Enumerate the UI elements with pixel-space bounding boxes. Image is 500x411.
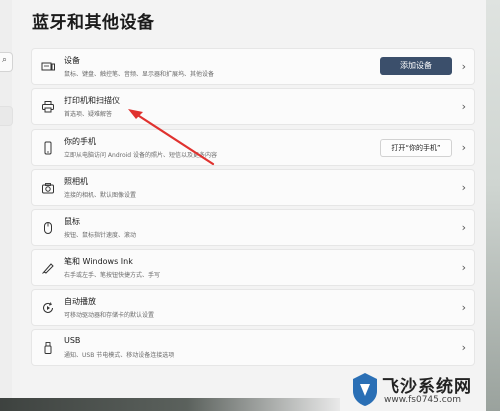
row-description: 鼠标、键盘、触控笔、音频、显示器和扩展坞、其他设备: [64, 71, 215, 78]
row-devices[interactable]: 设备 鼠标、键盘、触控笔、音频、显示器和扩展坞、其他设备 添加设备 ›: [31, 48, 475, 85]
row-your-phone[interactable]: 你的手机 立即从电脑访问 Android 设备的照片、短信以及更多内容 打开“你…: [31, 129, 475, 166]
mouse-icon: [44, 222, 52, 234]
row-title: 鼠标: [64, 217, 80, 226]
chevron-right-icon: ›: [461, 181, 466, 194]
row-printers-scanners[interactable]: 打印机和扫描仪 首选项、疑难解答 ›: [31, 88, 475, 125]
row-mouse[interactable]: 鼠标 按钮、鼠标指针速度、滚动 ›: [31, 209, 475, 246]
row-description: 立即从电脑访问 Android 设备的照片、短信以及更多内容: [64, 152, 218, 159]
autoplay-icon: [43, 302, 53, 313]
phone-icon: [44, 141, 52, 155]
chevron-right-icon: ›: [461, 341, 466, 354]
page-title: 蓝牙和其他设备: [32, 13, 155, 33]
watermark-url-text: www.fs0745.com: [384, 395, 461, 405]
row-title: 设备: [64, 56, 80, 65]
brand-logo-icon: [353, 373, 377, 406]
open-your-phone-button[interactable]: 打开“你的手机”: [380, 139, 452, 157]
row-title: 打印机和扫描仪: [64, 96, 120, 105]
row-title: 自动播放: [64, 297, 96, 306]
row-description: 按钮、鼠标指针速度、滚动: [64, 232, 137, 239]
pen-icon: [42, 263, 54, 274]
chevron-right-icon: ›: [461, 261, 466, 274]
row-camera[interactable]: 照相机 连接的相机、默认图像设置 ›: [31, 169, 475, 206]
add-device-button[interactable]: 添加设备: [380, 57, 452, 75]
row-pen-windows-ink[interactable]: 笔和 Windows Ink 右手或左手、笔按钮快捷方式、手写 ›: [31, 249, 475, 286]
row-description: 可移动驱动器和存储卡的默认设置: [64, 312, 155, 319]
watermark-brand-text: 飞沙系统网: [382, 377, 472, 397]
row-title: 笔和 Windows Ink: [64, 257, 133, 266]
row-autoplay[interactable]: 自动播放 可移动驱动器和存储卡的默认设置 ›: [31, 289, 475, 326]
chevron-right-icon: ›: [461, 221, 466, 234]
row-usb[interactable]: USB 通知、USB 节电模式、移动设备连接选项 ›: [31, 329, 475, 366]
search-box-edge[interactable]: ⌕: [0, 52, 13, 72]
usb-icon: [44, 342, 52, 354]
search-icon: ⌕: [2, 55, 8, 65]
row-description: 通知、USB 节电模式、移动设备连接选项: [64, 352, 175, 359]
row-title: USB: [64, 336, 81, 345]
chevron-right-icon: ›: [461, 100, 466, 113]
nav-selected-item-edge[interactable]: [0, 106, 13, 126]
row-description: 首选项、疑难解答: [64, 111, 113, 118]
chevron-right-icon: ›: [461, 141, 466, 154]
row-title: 照相机: [64, 177, 88, 186]
desktop-background-edge: [486, 0, 500, 411]
chevron-right-icon: ›: [461, 301, 466, 314]
row-description: 右手或左手、笔按钮快捷方式、手写: [64, 272, 161, 279]
row-title: 你的手机: [64, 137, 96, 146]
printer-icon: [42, 101, 54, 113]
desktop-taskbar-edge: [0, 398, 340, 411]
chevron-right-icon: ›: [461, 60, 466, 73]
row-description: 连接的相机、默认图像设置: [64, 192, 137, 199]
devices-icon: [41, 62, 55, 71]
camera-icon: [42, 183, 54, 194]
watermark-logo: 飞沙系统网 www.fs0745.com: [348, 368, 498, 411]
